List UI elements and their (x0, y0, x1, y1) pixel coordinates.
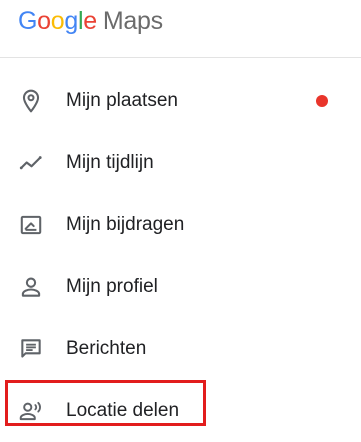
logo-letter: o (50, 7, 65, 35)
location-pin-icon (18, 88, 44, 114)
menu-item-label: Locatie delen (66, 400, 180, 421)
menu-item-label: Berichten (66, 338, 147, 359)
logo-letter: o (37, 7, 51, 35)
menu-item-my-profile[interactable]: Mijn profiel (0, 256, 361, 318)
menu-item-messages[interactable]: Berichten (0, 318, 361, 380)
menu-item-my-timeline[interactable]: Mijn tijdlijn (0, 132, 361, 194)
app-header: Google Maps (0, 0, 361, 58)
timeline-icon (18, 150, 44, 176)
location-sharing-icon (18, 398, 44, 424)
logo-letter: g (64, 7, 78, 35)
product-name: Maps (102, 7, 163, 35)
menu-item-label: Mijn tijdlijn (66, 152, 154, 173)
menu-item-location-sharing[interactable]: Locatie delen (0, 380, 361, 442)
menu-item-label: Mijn profiel (66, 276, 158, 297)
person-icon (18, 274, 44, 300)
google-maps-logo[interactable]: Google Maps (18, 4, 163, 38)
contributions-icon (18, 212, 44, 238)
logo-letter: e (83, 7, 97, 35)
menu-item-label: Mijn plaatsen (66, 90, 178, 111)
menu-item-my-contributions[interactable]: Mijn bijdragen (0, 194, 361, 256)
message-icon (18, 336, 44, 362)
notification-dot (316, 95, 328, 107)
menu-item-my-places[interactable]: Mijn plaatsen (0, 70, 361, 132)
side-menu: Mijn plaatsen Mijn tijdlijn Mijn bijdrag… (0, 70, 361, 442)
menu-item-label: Mijn bijdragen (66, 214, 185, 235)
logo-letter: G (18, 7, 38, 35)
